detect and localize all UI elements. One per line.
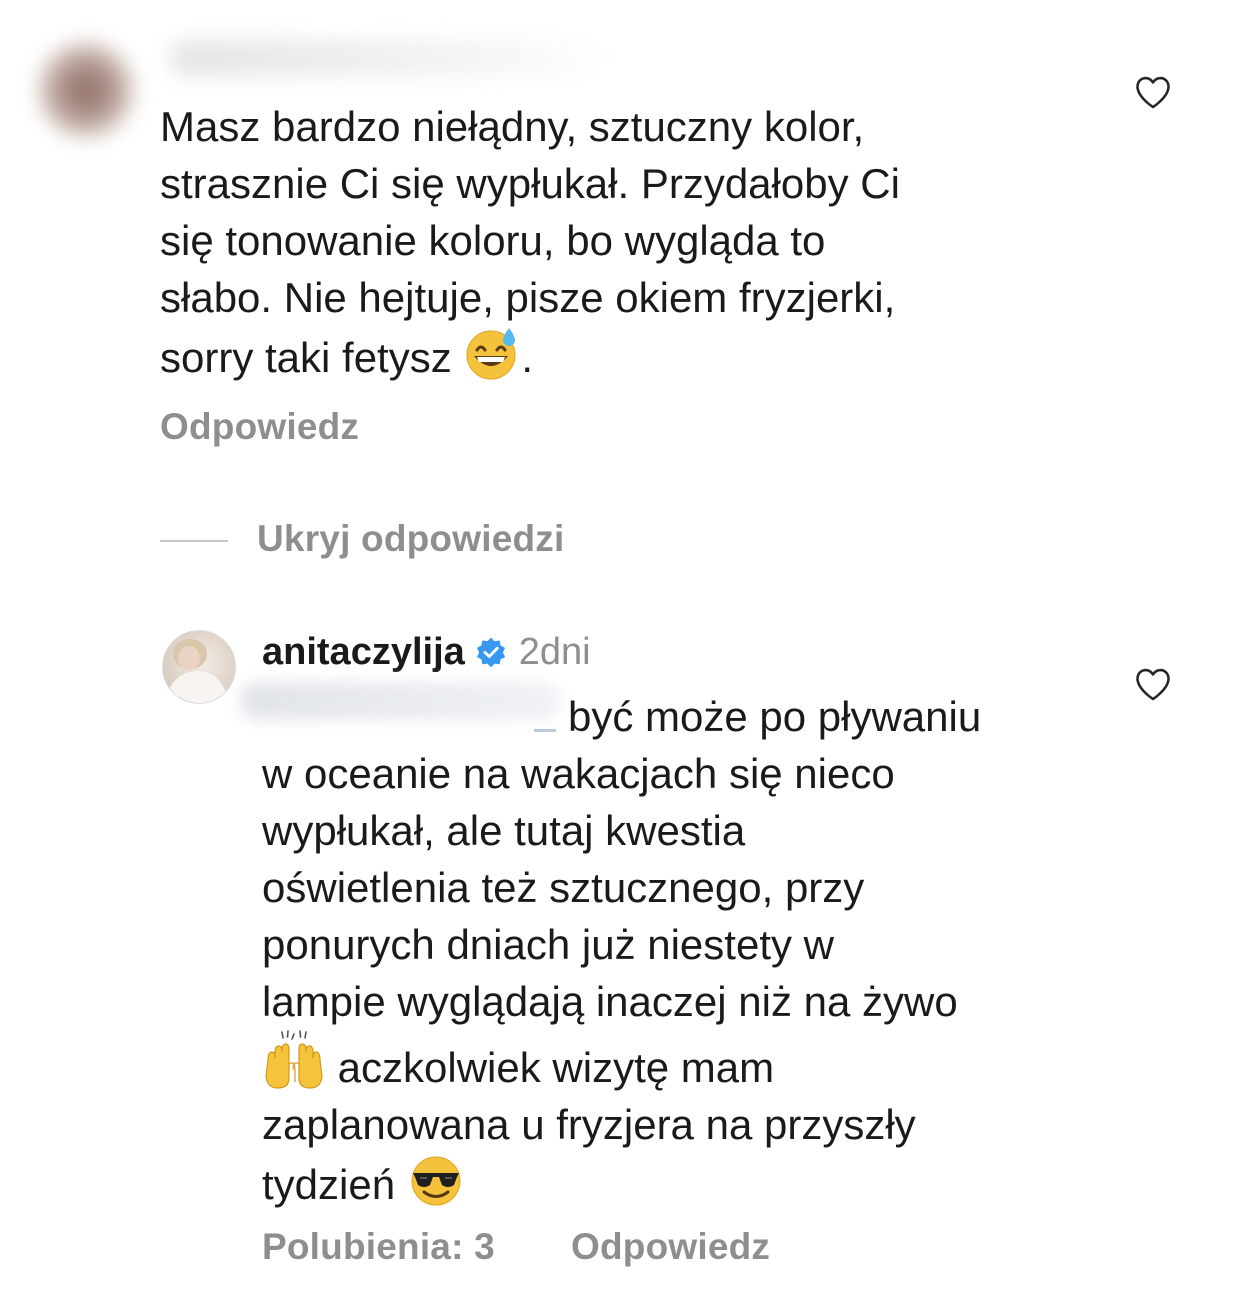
reply-like-heart-icon[interactable] bbox=[1134, 666, 1172, 702]
smiling-face-with-sunglasses-emoji bbox=[407, 1153, 465, 1207]
like-heart-icon[interactable] bbox=[1134, 74, 1172, 110]
grinning-face-with-sweat-emoji bbox=[463, 326, 521, 380]
reply-line: w oceanie na wakacjach się nieco bbox=[262, 750, 895, 797]
comment-line-suffix: . bbox=[521, 334, 534, 381]
reply-line: zaplanowana u fryzjera na przyszły bbox=[262, 1101, 916, 1148]
hide-replies-button[interactable]: Ukryj odpowiedzi bbox=[257, 518, 564, 560]
reply-text: być może po pływaniu w oceanie na wakacja… bbox=[262, 688, 1122, 1213]
reply-avatar[interactable] bbox=[162, 630, 236, 704]
comment-line: sorry taki fetysz bbox=[160, 334, 464, 381]
commenter-username-blurred[interactable] bbox=[170, 40, 610, 76]
reply-reply-button[interactable]: Odpowiedz bbox=[571, 1226, 770, 1268]
comment-line: słabo. Nie hejtuje, pisze okiem fryzjerk… bbox=[160, 274, 896, 321]
reply-username[interactable]: anitaczylija bbox=[262, 631, 465, 674]
verified-badge-icon bbox=[475, 636, 507, 668]
reply-line: tydzień bbox=[262, 1161, 407, 1208]
reply-line: aczkolwiek wizytę mam bbox=[326, 1044, 775, 1091]
comment-text: Masz bardzo niełądny, sztuczny kolor, st… bbox=[160, 98, 1080, 386]
reply-button[interactable]: Odpowiedz bbox=[160, 406, 359, 448]
reply-line: oświetlenia też sztucznego, przy bbox=[262, 864, 865, 911]
reply-likes-count[interactable]: Polubienia: 3 bbox=[262, 1226, 495, 1268]
reply-timestamp: 2dni bbox=[518, 630, 591, 673]
reply-line: ponurych dniach już niestety w bbox=[262, 921, 834, 968]
comment-line: Masz bardzo niełądny, sztuczny kolor, bbox=[160, 103, 865, 150]
replies-divider bbox=[160, 540, 228, 542]
reply-line: lampie wyglądają inaczej niż na żywo bbox=[262, 978, 958, 1025]
reply-line: być może po pływaniu bbox=[568, 693, 982, 740]
commenter-avatar-blurred[interactable] bbox=[36, 40, 136, 140]
comment-line: strasznie Ci się wypłukał. Przydałoby Ci bbox=[160, 160, 900, 207]
comment-line: się tonowanie koloru, bo wygląda to bbox=[160, 217, 826, 264]
reply-line: wypłukał, ale tutaj kwestia bbox=[262, 807, 746, 854]
reply-header: anitaczylija 2dni bbox=[262, 628, 591, 676]
raising-hands-emoji bbox=[262, 1030, 326, 1090]
